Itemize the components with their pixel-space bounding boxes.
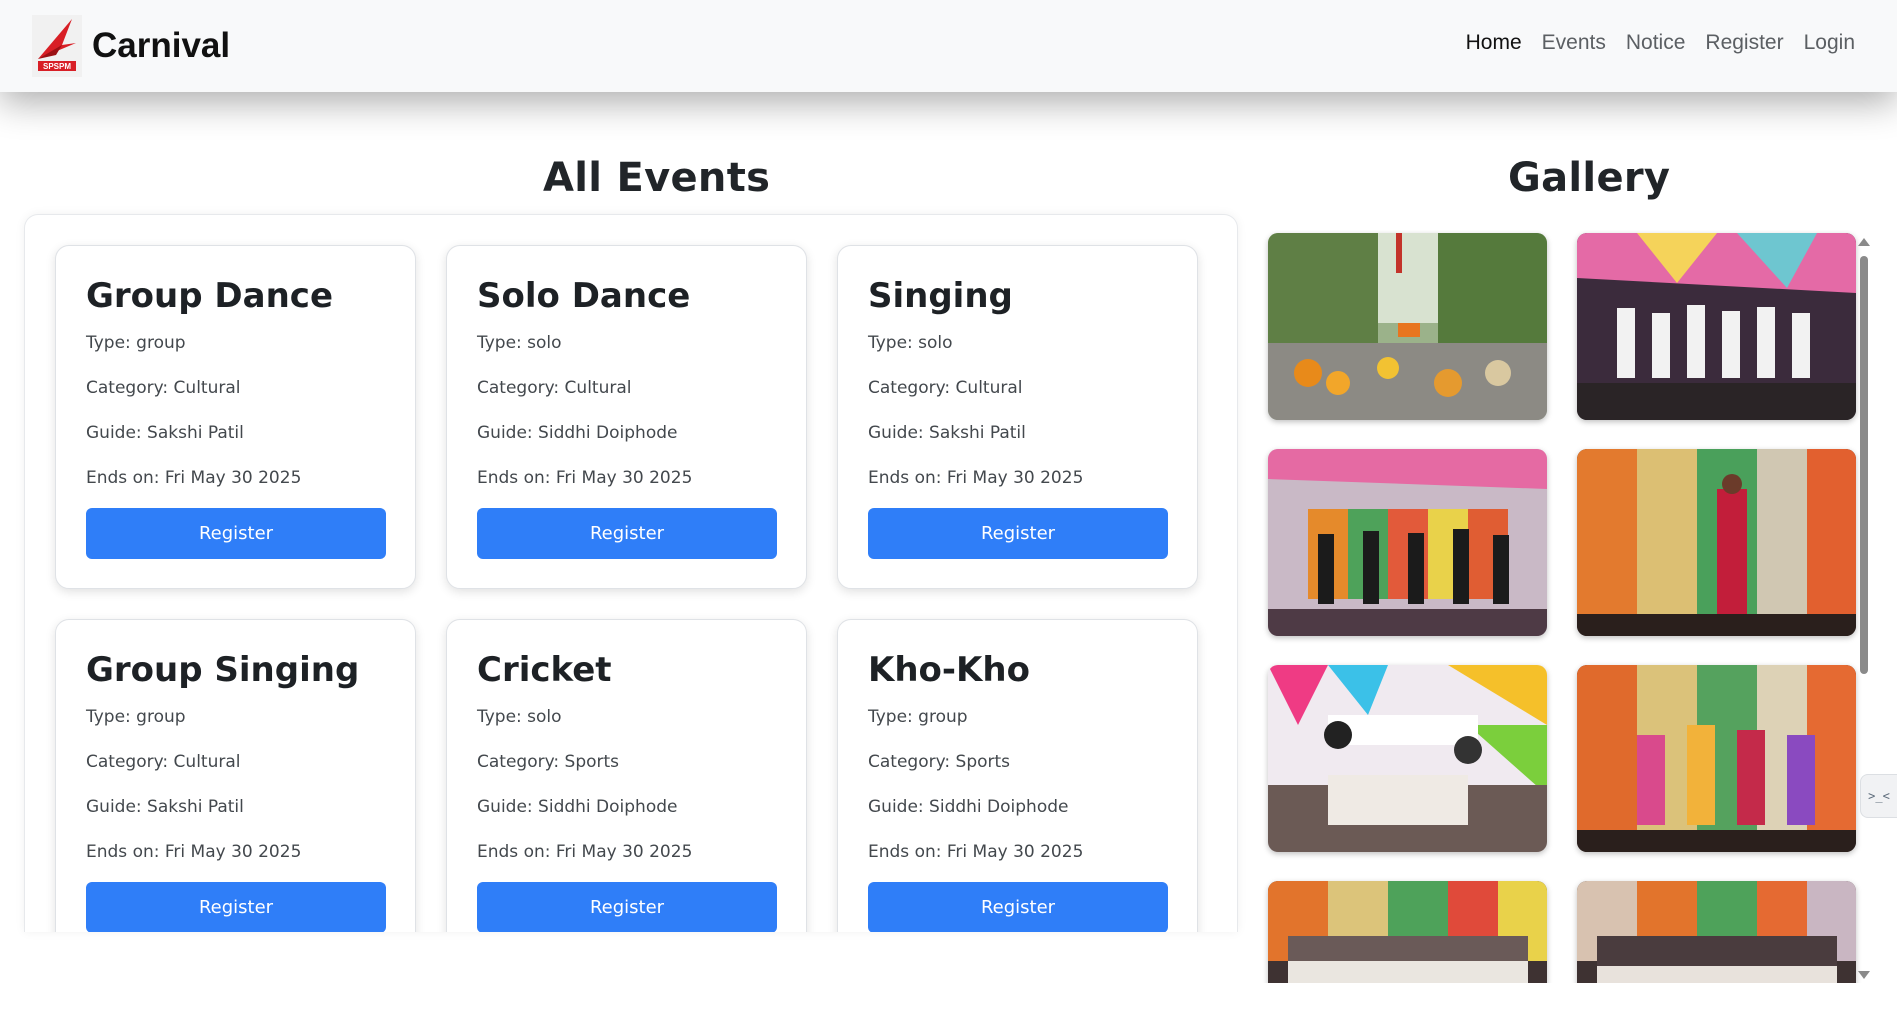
gallery-photo-prize-distribution-1 [1268, 881, 1547, 983]
event-guide: Guide: Siddhi Doiphode [477, 423, 678, 443]
event-end-date: Ends on: Fri May 30 2025 [868, 842, 1084, 862]
events-title: All Events [543, 155, 771, 201]
gallery-photo-procession [1268, 233, 1547, 420]
event-category: Category: Sports [477, 752, 620, 772]
svg-text:SPSPM: SPSPM [43, 62, 71, 71]
event-card: Singing Type: solo Category: Cultural Gu… [837, 245, 1198, 589]
event-card: Cricket Type: solo Category: Sports Guid… [446, 619, 807, 932]
event-card: Solo Dance Type: solo Category: Cultural… [446, 245, 807, 589]
events-panel: Group Dance Type: group Category: Cultur… [24, 214, 1238, 932]
event-title: Group Singing [86, 650, 360, 690]
event-end-date: Ends on: Fri May 30 2025 [86, 468, 302, 488]
event-guide: Guide: Sakshi Patil [86, 797, 244, 817]
gallery-scrollbar[interactable] [1856, 234, 1872, 983]
event-title: Singing [868, 276, 1013, 316]
gallery-photo-solo-dancer [1577, 449, 1856, 636]
navbar: SPSPM Carnival Home Events Notice Regist… [0, 0, 1897, 92]
gallery-grid[interactable] [1262, 230, 1874, 983]
gallery-photo-group-dance-stage [1577, 233, 1856, 420]
scroll-up-arrow-icon[interactable] [1858, 238, 1870, 246]
event-type: Type: group [86, 333, 186, 353]
event-category: Category: Cultural [86, 378, 241, 398]
register-button[interactable]: Register [477, 882, 777, 932]
event-type: Type: solo [477, 707, 562, 727]
event-type: Type: solo [868, 333, 953, 353]
event-end-date: Ends on: Fri May 30 2025 [477, 468, 693, 488]
nav-events[interactable]: Events [1542, 28, 1606, 58]
scrollbar-thumb[interactable] [1860, 256, 1868, 674]
spspm-logo: SPSPM [32, 15, 82, 77]
event-guide: Guide: Sakshi Patil [86, 423, 244, 443]
event-type: Type: group [86, 707, 186, 727]
event-category: Category: Cultural [477, 378, 632, 398]
nav-notice[interactable]: Notice [1626, 28, 1686, 58]
event-card: Kho-Kho Type: group Category: Sports Gui… [837, 619, 1198, 932]
event-guide: Guide: Siddhi Doiphode [477, 797, 678, 817]
event-guide: Guide: Sakshi Patil [868, 423, 1026, 443]
gallery-photo-carnival-skit [1268, 665, 1547, 852]
brand-name[interactable]: Carnival [92, 26, 230, 66]
event-type: Type: solo [477, 333, 562, 353]
register-button[interactable]: Register [868, 882, 1168, 932]
event-end-date: Ends on: Fri May 30 2025 [86, 842, 302, 862]
event-category: Category: Cultural [86, 752, 241, 772]
event-card: Group Dance Type: group Category: Cultur… [55, 245, 416, 589]
event-title: Solo Dance [477, 276, 691, 316]
dev-tools-tab[interactable]: >_< [1860, 774, 1897, 818]
scroll-down-arrow-icon[interactable] [1858, 971, 1870, 979]
event-type: Type: group [868, 707, 968, 727]
nav-links: Home Events Notice Register Login [1446, 28, 1855, 58]
nav-register[interactable]: Register [1705, 28, 1783, 58]
gallery-photo-folk-dance [1577, 665, 1856, 852]
gallery-photo-dance-black-outfits [1268, 449, 1547, 636]
event-guide: Guide: Siddhi Doiphode [868, 797, 1069, 817]
register-button[interactable]: Register [86, 508, 386, 559]
gallery-title: Gallery [1508, 155, 1671, 201]
event-category: Category: Cultural [868, 378, 1023, 398]
nav-login[interactable]: Login [1804, 28, 1855, 58]
gallery-photo-prize-distribution-2 [1577, 881, 1856, 983]
nav-home[interactable]: Home [1466, 28, 1522, 58]
event-title: Group Dance [86, 276, 333, 316]
event-card: Group Singing Type: group Category: Cult… [55, 619, 416, 932]
register-button[interactable]: Register [477, 508, 777, 559]
brand[interactable]: SPSPM Carnival [32, 14, 230, 78]
event-end-date: Ends on: Fri May 30 2025 [868, 468, 1084, 488]
register-button[interactable]: Register [868, 508, 1168, 559]
event-end-date: Ends on: Fri May 30 2025 [477, 842, 693, 862]
event-title: Cricket [477, 650, 612, 690]
event-category: Category: Sports [868, 752, 1011, 772]
register-button[interactable]: Register [86, 882, 386, 932]
event-title: Kho-Kho [868, 650, 1030, 690]
